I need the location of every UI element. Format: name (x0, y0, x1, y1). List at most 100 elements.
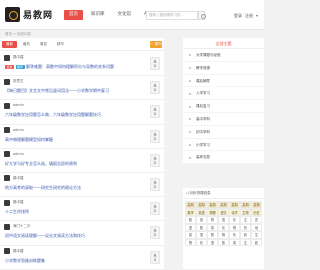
avatar[interactable] (4, 127, 10, 134)
post-author[interactable]: 路中建 (13, 55, 24, 60)
post-title[interactable]: 小学数学思维训练题集 (5, 258, 140, 264)
schedule-cell[interactable]: 生 (240, 216, 251, 224)
sidebar-item[interactable]: 课后辅导 (183, 75, 264, 88)
list-item[interactable]: admin 好大学与好专业怎么选，填报志愿的原则 ▲ 0 (0, 149, 164, 173)
like-button[interactable]: ▲ 0 (150, 105, 160, 119)
avatar[interactable] (4, 175, 10, 182)
schedule-cell[interactable]: 生 (251, 231, 262, 239)
tab-bounty[interactable]: 悬赏 (36, 41, 51, 48)
schedule-cell[interactable]: 化 (229, 231, 240, 239)
schedule-cell[interactable]: 数 (185, 216, 196, 224)
list-item[interactable]: 张思文 【每日题目】文言文中常见虚词用法——小学数学期中复习 ▲ 0 (0, 76, 164, 101)
schedule-cell[interactable]: 英 (229, 238, 240, 246)
sidebar-item[interactable]: 教学资源 (183, 62, 264, 75)
post-author[interactable]: 海门十二中 (13, 224, 31, 229)
avatar[interactable] (4, 54, 10, 61)
schedule-cell[interactable]: 物 (185, 238, 196, 246)
like-button[interactable]: ▲ 0 (150, 177, 160, 191)
list-item[interactable]: 海门十二中 初中语文阅读理解——议论文阅读方法和技巧 ▲ 0 (0, 221, 164, 246)
tab-hot[interactable]: 最热 (19, 41, 34, 48)
post-author[interactable]: 张思文 (13, 79, 24, 84)
post-title[interactable]: 六年级数学应用题怎么做，六年级数学应用题解题技巧 (5, 112, 140, 118)
sidebar-item[interactable]: 高中学科 (183, 113, 264, 126)
tab-featured[interactable]: 精华 (53, 41, 68, 48)
list-item[interactable]: 路中建 最新 推荐 解答难题：高数中如何理解积分与导数的关系问题 ▲ 0 (0, 52, 164, 77)
schedule-cell[interactable]: 语 (185, 223, 196, 231)
schedule-cell[interactable]: 语文 (218, 208, 229, 216)
avatar[interactable] (4, 223, 10, 230)
search-button[interactable] (198, 11, 206, 20)
schedule-cell[interactable]: 物 (229, 223, 240, 231)
avatar[interactable] (4, 199, 10, 206)
sidebar-item[interactable]: 初中学科 (183, 126, 264, 139)
schedule-cell[interactable]: 物理 (207, 208, 218, 216)
post-author[interactable]: admin (13, 103, 24, 108)
site-logo[interactable]: 易教网 (5, 7, 53, 22)
post-title[interactable]: 【每日题目】文言文中常见虚词用法——小学数学期中复习 (5, 88, 140, 94)
list-item[interactable]: 路中建 小学数学思维训练题集 ▲ 0 (0, 246, 164, 270)
avatar[interactable] (4, 248, 10, 254)
schedule-cell[interactable]: 数 (218, 238, 229, 246)
like-button[interactable]: ▲ 0 (150, 153, 160, 167)
post-author[interactable]: admin (13, 152, 24, 157)
schedule-cell[interactable]: 语 (207, 238, 218, 246)
schedule-cell[interactable]: 语 (218, 216, 229, 224)
post-title-text[interactable]: 解答难题：高数中如何理解积分与导数的关系问题 (26, 64, 114, 69)
post-author[interactable]: 路中建 (13, 249, 24, 254)
like-button[interactable]: ▲ 0 (150, 202, 160, 216)
schedule-cell[interactable]: 化 (196, 238, 207, 246)
list-item[interactable]: admin 高中物理解题模型如何掌握 ▲ 0 (0, 125, 164, 149)
post-title[interactable]: 最新 推荐 解答难题：高数中如何理解积分与导数的关系问题 (5, 64, 140, 70)
list-item[interactable]: admin 六年级数学应用题怎么做，六年级数学应用题解题技巧 ▲ 0 (0, 100, 164, 125)
schedule-cell[interactable]: 政 (240, 231, 251, 239)
like-button[interactable]: ▲ 0 (150, 129, 160, 143)
schedule-cell[interactable]: 生物 (240, 208, 251, 216)
schedule-cell[interactable]: 政 (251, 238, 262, 246)
schedule-cell[interactable]: 数学 (185, 208, 196, 216)
schedule-cell[interactable]: 历 (240, 223, 251, 231)
like-button[interactable]: ▲ 0 (150, 226, 160, 240)
schedule-cell[interactable]: 化 (218, 223, 229, 231)
register-link[interactable]: 注册 (245, 11, 253, 20)
schedule-cell[interactable]: 化学 (229, 208, 240, 216)
post-title[interactable]: 初中语文阅读理解——议论文阅读方法和技巧 (5, 233, 140, 239)
list-item[interactable]: 路中建 地方高考的录取——研究生研究的理论方法 ▲ 0 (0, 173, 164, 198)
schedule-cell[interactable]: 史 (251, 216, 262, 224)
post-author[interactable]: 路中建 (13, 200, 24, 205)
sidebar-item[interactable]: 小学学习 (183, 139, 264, 152)
post-title[interactable]: 好大学与好专业怎么选，填报志愿的原则 (5, 161, 140, 167)
like-button[interactable]: ▲ 0 (150, 250, 160, 264)
schedule-cell[interactable]: 化 (229, 216, 240, 224)
schedule-cell[interactable]: 历史 (251, 208, 262, 216)
list-item[interactable]: 路中建 十二生肖排序 ▲ 0 (0, 197, 164, 222)
post-author[interactable]: 路中建 (13, 176, 24, 181)
like-button[interactable]: ▲ 0 (150, 81, 160, 95)
ask-question-button[interactable]: + 提问 (150, 41, 162, 48)
sidebar-item[interactable]: 入学学习 (183, 87, 264, 101)
schedule-cell[interactable]: 语 (196, 231, 207, 239)
sidebar-item[interactable]: 高考志愿 (183, 151, 264, 165)
avatar[interactable] (4, 151, 10, 158)
post-title[interactable]: 十二生肖排序 (5, 209, 140, 215)
schedule-cell[interactable]: 生 (240, 238, 251, 246)
schedule-cell[interactable]: 物 (218, 231, 229, 239)
schedule-cell[interactable]: 英 (207, 223, 218, 231)
avatar[interactable] (4, 78, 10, 85)
schedule-cell[interactable]: 数 (196, 223, 207, 231)
like-button[interactable]: ▲ 0 (150, 57, 160, 70)
post-title[interactable]: 高中物理解题模型如何掌握 (5, 137, 140, 143)
tab-latest[interactable]: 最新 (2, 40, 17, 48)
sidebar-item[interactable]: 大学课程与经验 (183, 49, 264, 62)
nav-knowledge[interactable]: 知识库 (86, 10, 110, 20)
schedule-cell[interactable]: 英语 (196, 208, 207, 216)
login-link[interactable]: 登录 (234, 11, 242, 20)
chevron-down-icon[interactable] (256, 14, 258, 17)
nav-home[interactable]: 首页 (64, 10, 83, 20)
schedule-cell[interactable]: 英 (196, 216, 207, 224)
sidebar-item[interactable]: 课后复习 (183, 100, 264, 113)
search-input[interactable]: 搜索 / 搜你想学习的... (146, 11, 198, 20)
avatar[interactable] (4, 102, 10, 109)
schedule-cell[interactable]: 物 (207, 216, 218, 224)
nav-culture[interactable]: 文化馆 (113, 10, 137, 20)
schedule-cell[interactable]: 地 (251, 223, 262, 231)
